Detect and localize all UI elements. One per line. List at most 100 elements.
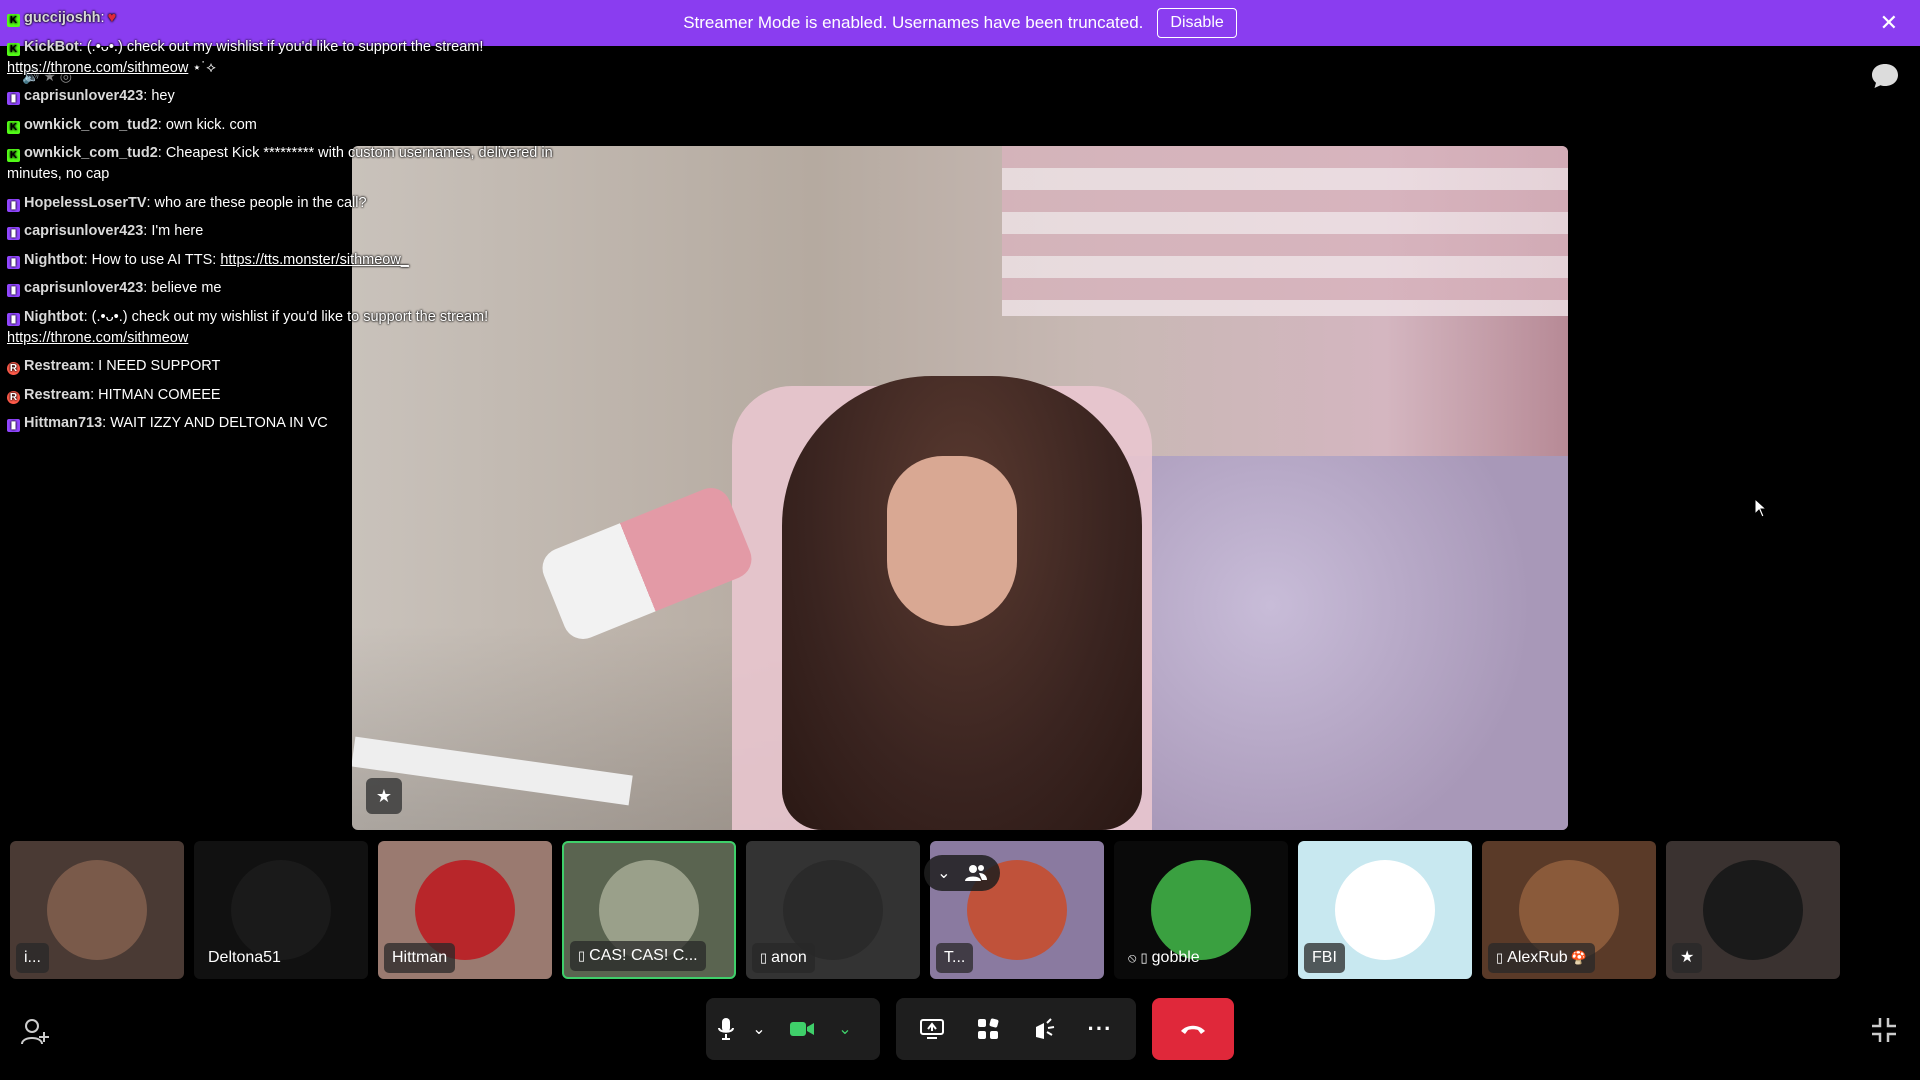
participant-tile[interactable]: ★ (1666, 841, 1840, 979)
participant-name: CAS! CAS! C... (589, 947, 698, 964)
chat-username[interactable]: Restream (24, 387, 90, 403)
kick-icon: K (7, 14, 20, 27)
participant-tile[interactable]: ▯ anon (746, 841, 920, 979)
people-icon[interactable] (964, 864, 987, 882)
chat-text: : HITMAN COMEEE (90, 386, 221, 403)
microphone-button[interactable] (706, 1007, 746, 1051)
participant-name: i... (24, 949, 41, 966)
chat-username[interactable]: Nightbot (24, 309, 84, 325)
screen-share-button[interactable] (910, 1007, 954, 1051)
chat-message: Kguccijoshh: ♥ (7, 8, 587, 29)
mushroom-icon: 🍄 (1570, 950, 1587, 965)
more-options-button[interactable]: ··· (1078, 1007, 1122, 1051)
participant-name-label: Deltona51 (200, 943, 289, 973)
chat-text: : (.•ᴗ•.) check out my wishlist if you'd… (83, 308, 489, 325)
activity-controls: ··· (896, 998, 1136, 1060)
chat-username[interactable]: Nightbot (24, 252, 84, 268)
chat-username[interactable]: ownkick_com_tud2 (24, 145, 158, 161)
chat-username[interactable]: caprisunlover423 (24, 280, 143, 296)
microphone-icon (718, 1018, 734, 1040)
chat-message: ▮ caprisunlover423: I'm here (7, 221, 587, 242)
activities-button[interactable] (966, 1007, 1010, 1051)
chat-text: : WAIT IZZY AND DELTONA IN VC (102, 415, 328, 431)
twitch-icon: ▮ (7, 227, 20, 240)
chat-username[interactable]: Restream (24, 358, 90, 374)
chevron-down-icon[interactable]: ⌄ (937, 863, 950, 883)
participant-tile[interactable]: ⦸ ▯ gobble (1114, 841, 1288, 979)
chat-text: : own kick. com (157, 116, 257, 133)
tile-hover-controls[interactable]: ⌄ (924, 855, 1000, 891)
disable-streamer-mode-button[interactable]: Disable (1157, 8, 1237, 38)
chat-message: ▮ caprisunlover423: believe me (7, 278, 587, 299)
participant-name-label: i... (16, 943, 49, 973)
participant-tile[interactable]: Hittman (378, 841, 552, 979)
participant-tile[interactable]: ▯ AlexRub 🍄 (1482, 841, 1656, 979)
chat-message: Kownkick_com_tud2: own kick. com (7, 115, 587, 136)
chat-text: : believe me (143, 280, 222, 296)
participant-name: ★ (1680, 949, 1695, 966)
heart-icon: ♥ (107, 10, 117, 26)
camera-button[interactable] (772, 1007, 832, 1051)
chevron-down-icon: ⌄ (838, 1021, 852, 1038)
chat-username[interactable]: HopelessLoserTV (24, 195, 147, 211)
audio-video-controls: ⌄ ⌄ (706, 998, 880, 1060)
camera-options-button[interactable]: ⌄ (832, 1007, 858, 1051)
participant-name: Deltona51 (208, 949, 281, 966)
participant-name: anon (771, 949, 807, 966)
chat-text: : who are these people in the call? (146, 194, 367, 211)
chat-username[interactable]: caprisunlover423 (24, 88, 143, 104)
mobile-phone-icon: ▯ (760, 950, 768, 965)
participant-name-label: ★ (1672, 943, 1703, 973)
disconnect-button[interactable] (1152, 998, 1234, 1060)
chat-message: Kownkick_com_tud2: Cheapest Kick *******… (7, 143, 587, 185)
soundboard-button[interactable] (1022, 1007, 1066, 1051)
participant-name-label: Hittman (384, 943, 456, 973)
participant-name: Hittman (392, 949, 448, 966)
twitch-icon: ▮ (7, 284, 20, 297)
chat-link[interactable]: https://throne.com/sithmeow (7, 330, 188, 346)
participant-name: FBI (1312, 949, 1337, 966)
chat-username[interactable]: caprisunlover423 (24, 223, 143, 239)
chat-text: : How to use AI TTS: (83, 251, 221, 268)
more-icon: ··· (1087, 1016, 1113, 1041)
mobile-phone-icon: ▯ (1140, 950, 1148, 965)
participant-tile[interactable]: Deltona51 (194, 841, 368, 979)
avatar (1335, 860, 1435, 960)
chat-message: ▮ HopelessLoserTV: who are these people i… (7, 193, 587, 214)
stream-chat-overlay: Kguccijoshh: ♥ K KickBot: (.•ᴗ•.) check out… (7, 8, 587, 442)
chat-message: R Restream: HITMAN COMEEE (7, 385, 587, 406)
pin-star-icon[interactable]: ★ (366, 778, 402, 814)
avatar (47, 860, 147, 960)
chat-text: : (100, 10, 105, 26)
chat-text: : I'm here (143, 223, 204, 239)
participant-tile[interactable]: FBI (1298, 841, 1472, 979)
chat-text: : I NEED SUPPORT (90, 358, 221, 374)
chat-bubble-icon[interactable] (1870, 62, 1900, 90)
chevron-down-icon: ⌄ (752, 1021, 766, 1038)
participant-name-label: ▯ AlexRub 🍄 (1488, 943, 1595, 973)
exit-fullscreen-icon[interactable] (1870, 1016, 1898, 1044)
screen-share-icon (920, 1019, 944, 1039)
chat-message: ▮ Hittman713: WAIT IZZY AND DELTONA IN VC (7, 413, 587, 434)
add-person-icon[interactable] (20, 1018, 50, 1046)
chat-username[interactable]: KickBot (24, 39, 79, 55)
participant-tile[interactable]: ▯ CAS! CAS! C... (562, 841, 736, 979)
participant-name-label: FBI (1304, 943, 1345, 973)
participant-name: AlexRub (1507, 949, 1568, 966)
participant-tile[interactable]: i... (10, 841, 184, 979)
chat-message: ▮ caprisunlover423: hey (7, 86, 587, 107)
soundboard-icon (1036, 1018, 1055, 1039)
video-background-flag (1002, 146, 1568, 316)
chat-username[interactable]: ownkick_com_tud2 (24, 117, 158, 133)
activities-icon (978, 1018, 999, 1039)
chat-username[interactable]: guccijoshh (24, 10, 101, 26)
chat-message: ▮ Nightbot: How to use AI TTS: https://tt… (7, 250, 587, 271)
chat-text: : hey (143, 88, 175, 104)
twitch-icon: ▮ (7, 92, 20, 105)
chat-link[interactable]: https://tts.monster/sithmeow_ (220, 252, 409, 268)
microphone-options-button[interactable]: ⌄ (746, 1007, 772, 1051)
close-icon[interactable]: ✕ (1880, 11, 1898, 35)
chat-username[interactable]: Hittman713 (24, 415, 102, 431)
chat-link[interactable]: https://throne.com/sithmeow (7, 60, 188, 76)
kick-icon: K (7, 120, 20, 134)
